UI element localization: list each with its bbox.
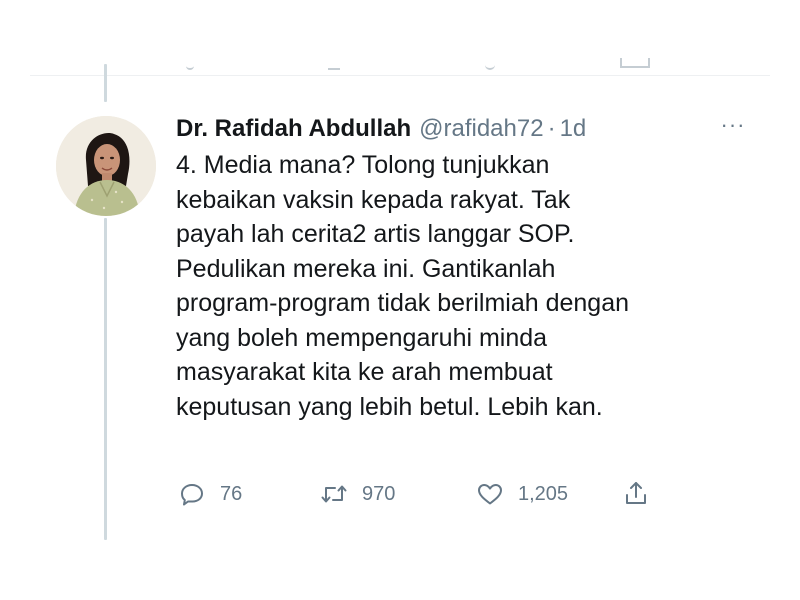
thread-line-upper xyxy=(104,64,107,102)
tweet-text-line: kebaikan vaksin kepada rakyat. Tak xyxy=(176,185,571,214)
reply-icon[interactable] xyxy=(178,480,206,508)
previous-retweet-icon[interactable] xyxy=(328,58,340,70)
retweet-icon[interactable] xyxy=(320,480,348,508)
tweet-header: Dr. Rafidah Abdullah @rafidah72 · 1d xyxy=(176,112,766,146)
heart-icon[interactable] xyxy=(476,480,504,508)
tweet-text-line: program-program tidak berilmiah dengan xyxy=(176,289,630,317)
like-count: 1,205 xyxy=(518,482,569,505)
previous-reply-icon[interactable] xyxy=(186,58,194,70)
tweet-timestamp[interactable]: 1d xyxy=(560,112,587,146)
tweet-text-line: payah lah cerita2 artis langgar SOP. xyxy=(176,220,575,248)
tweet-text-line: keputusan yang lebih betul. Lebih kan. xyxy=(176,392,603,421)
reply-button[interactable]: 76 xyxy=(178,478,242,510)
tweet-text-line: 4. Media mana? Tolong tunjukkan xyxy=(176,151,550,179)
share-icon[interactable] xyxy=(622,480,650,508)
tweet[interactable]: Dr. Rafidah Abdullah @rafidah72 · 1d ···… xyxy=(176,112,766,424)
tweet-screen: Dr. Rafidah Abdullah @rafidah72 · 1d ···… xyxy=(0,0,800,600)
tweet-text-line: masyarakat kita ke arah membuat xyxy=(176,358,553,386)
header-separator: · xyxy=(547,115,556,142)
avatar[interactable] xyxy=(56,116,156,216)
tweet-text-line: Pedulikan mereka ini. Gantikanlah xyxy=(176,254,556,283)
retweet-count: 970 xyxy=(362,482,396,505)
previous-tweet-actions xyxy=(180,54,660,70)
like-button[interactable]: 1,205 xyxy=(476,478,568,510)
tweet-actions: 76 970 1,205 xyxy=(178,478,678,510)
previous-share-icon[interactable] xyxy=(620,58,650,68)
display-name[interactable]: Dr. Rafidah Abdullah xyxy=(176,112,411,146)
tweet-text: 4. Media mana? Tolong tunjukkan kebaikan… xyxy=(176,148,766,424)
previous-like-icon[interactable] xyxy=(485,58,495,70)
share-button[interactable] xyxy=(622,478,650,510)
tweet-text-line: yang boleh mempengaruhi minda xyxy=(176,323,548,352)
more-icon[interactable]: ··· xyxy=(720,114,746,136)
avatar-photo xyxy=(56,116,156,216)
thread-line-lower xyxy=(104,218,107,540)
tweet-divider xyxy=(30,75,770,76)
retweet-button[interactable]: 970 xyxy=(320,478,395,510)
reply-count: 76 xyxy=(220,482,243,505)
user-handle[interactable]: @rafidah72 xyxy=(419,112,543,146)
